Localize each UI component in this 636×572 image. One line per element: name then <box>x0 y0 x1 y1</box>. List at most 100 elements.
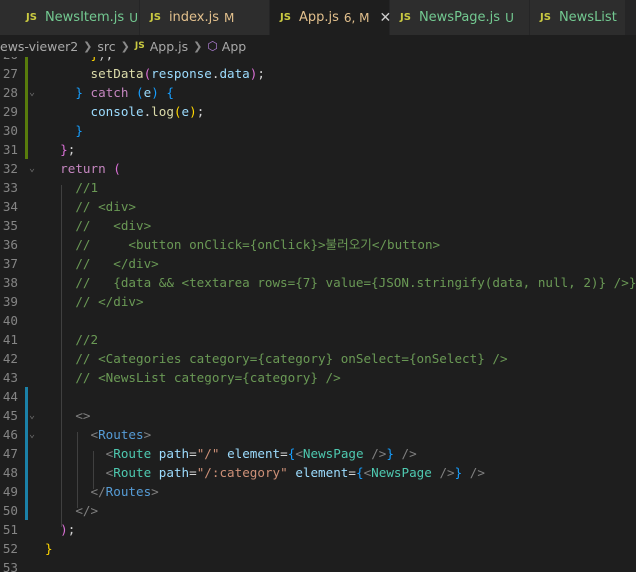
code-token: ( <box>173 104 182 119</box>
breadcrumb-folder[interactable]: ews-viewer2 <box>0 39 78 54</box>
line-number: 28 <box>2 85 18 100</box>
line-number: 37 <box>2 256 18 271</box>
tab-label: NewsList <box>558 10 617 25</box>
code-line[interactable]: 53 <box>0 558 636 572</box>
code-line[interactable]: 36 // <button onClick={onClick}>불러오기</bu… <box>0 235 636 254</box>
code-token: < <box>295 446 303 461</box>
chevron-right-icon: ❯ <box>83 39 93 53</box>
code-line[interactable]: 50 </> <box>0 501 636 520</box>
code-line[interactable]: 51 ); <box>0 520 636 539</box>
line-number: 33 <box>2 180 18 195</box>
code-text: ); <box>45 520 75 539</box>
breadcrumb-file[interactable]: App.js <box>150 39 188 54</box>
code-text: //2 <box>45 330 98 349</box>
code-token: // <NewsList category={category} /> <box>75 370 341 385</box>
code-line[interactable]: 42 // <Categories category={category} on… <box>0 349 636 368</box>
code-line[interactable]: 32 ⌄ return ( <box>0 159 636 178</box>
code-token: element <box>295 465 349 480</box>
js-file-icon: JS <box>134 41 145 51</box>
line-number: 45 <box>2 408 18 423</box>
code-line[interactable]: 38 // {data && <textarea rows={7} value=… <box>0 273 636 292</box>
code-token: NewsPage <box>371 465 432 480</box>
code-line[interactable]: 39 // </div> <box>0 292 636 311</box>
code-token: Routes <box>98 427 144 442</box>
code-line[interactable]: 46 ⌄ <Routes> <box>0 425 636 444</box>
code-token: "/" <box>196 446 220 461</box>
tab-newspage-js[interactable]: JS NewsPage.js U <box>390 0 530 35</box>
code-token: ; <box>67 142 76 157</box>
code-token: ) <box>189 104 197 119</box>
line-number: 39 <box>2 294 18 309</box>
code-token: element <box>227 446 281 461</box>
fold-chevron-icon[interactable]: ⌄ <box>29 159 35 178</box>
code-line[interactable]: 27 setData(response.data); <box>0 64 636 83</box>
code-line[interactable]: 34 // <div> <box>0 197 636 216</box>
code-line[interactable]: 28 ⌄ } catch (e) { <box>0 83 636 102</box>
line-number: 48 <box>2 465 18 480</box>
tab-status-badge: U <box>505 10 514 25</box>
code-token: = <box>189 446 197 461</box>
tab-index-js[interactable]: JS index.js M <box>140 0 270 35</box>
git-gutter-marker <box>25 102 28 121</box>
code-line[interactable]: 52} <box>0 539 636 558</box>
code-text: // <NewsList category={category} /> <box>45 368 341 387</box>
breadcrumb-symbol[interactable]: App <box>222 39 246 54</box>
code-line[interactable]: 44 <box>0 387 636 406</box>
code-line[interactable]: 31 }; <box>0 140 636 159</box>
line-number: 47 <box>2 446 18 461</box>
git-gutter-marker <box>25 64 28 83</box>
code-line[interactable]: 33 //1 <box>0 178 636 197</box>
code-token: /> <box>439 465 455 480</box>
fold-chevron-icon[interactable]: ⌄ <box>29 83 35 102</box>
code-line[interactable]: 43 // <NewsList category={category} /> <box>0 368 636 387</box>
tab-app-js[interactable]: JS App.js 6, M ✕ <box>270 0 391 35</box>
code-token: } <box>60 142 68 157</box>
tab-label: NewsItem.js <box>44 10 125 25</box>
code-line[interactable]: 49 </Routes> <box>0 482 636 501</box>
tab-newslist[interactable]: JS NewsList <box>530 0 626 35</box>
git-gutter-marker <box>25 482 28 501</box>
code-text: // <div> <box>45 197 136 216</box>
git-gutter-marker <box>25 140 28 159</box>
code-token: Route <box>113 465 152 480</box>
code-text: // </div> <box>45 292 143 311</box>
code-line[interactable]: 30 } <box>0 121 636 140</box>
code-token: // {data && <textarea rows={7} value={JS… <box>75 275 636 290</box>
fold-chevron-icon[interactable]: ⌄ <box>29 425 35 444</box>
code-line[interactable]: 45 ⌄ <> <box>0 406 636 425</box>
code-text: <Routes> <box>45 425 152 444</box>
code-text: // <button onClick={onClick}>불러오기</butto… <box>45 235 440 254</box>
code-token: // <div> <box>75 218 152 233</box>
code-text: } catch (e) { <box>45 83 174 102</box>
code-line[interactable]: 47 <Route path="/" element={<NewsPage />… <box>0 444 636 463</box>
code-line[interactable]: 48 <Route path="/:category" element={<Ne… <box>0 463 636 482</box>
code-editor[interactable]: 26 });27 setData(response.data); 28 ⌄ } ca… <box>0 57 636 572</box>
code-line[interactable]: 35 // <div> <box>0 216 636 235</box>
breadcrumb: ews-viewer2 ❯ src ❯ JS App.js ❯ ⬡ App <box>0 35 636 57</box>
code-line[interactable]: 40 <box>0 311 636 330</box>
code-line[interactable]: 41 //2 <box>0 330 636 349</box>
code-token: // <div> <box>75 199 137 214</box>
code-line[interactable]: 26 }); <box>0 57 636 64</box>
fold-chevron-icon[interactable]: ⌄ <box>29 406 35 425</box>
code-line[interactable]: 29 console.log(e); <box>0 102 636 121</box>
git-gutter-marker <box>25 501 28 520</box>
line-number: 43 <box>2 370 18 385</box>
code-token: ; <box>67 522 76 537</box>
code-line[interactable]: 37 // </div> <box>0 254 636 273</box>
code-text: }); <box>45 57 114 64</box>
breadcrumb-src[interactable]: src <box>97 39 115 54</box>
tab-newsitem-js[interactable]: JS NewsItem.js U <box>0 0 140 35</box>
code-token: //2 <box>75 332 99 347</box>
